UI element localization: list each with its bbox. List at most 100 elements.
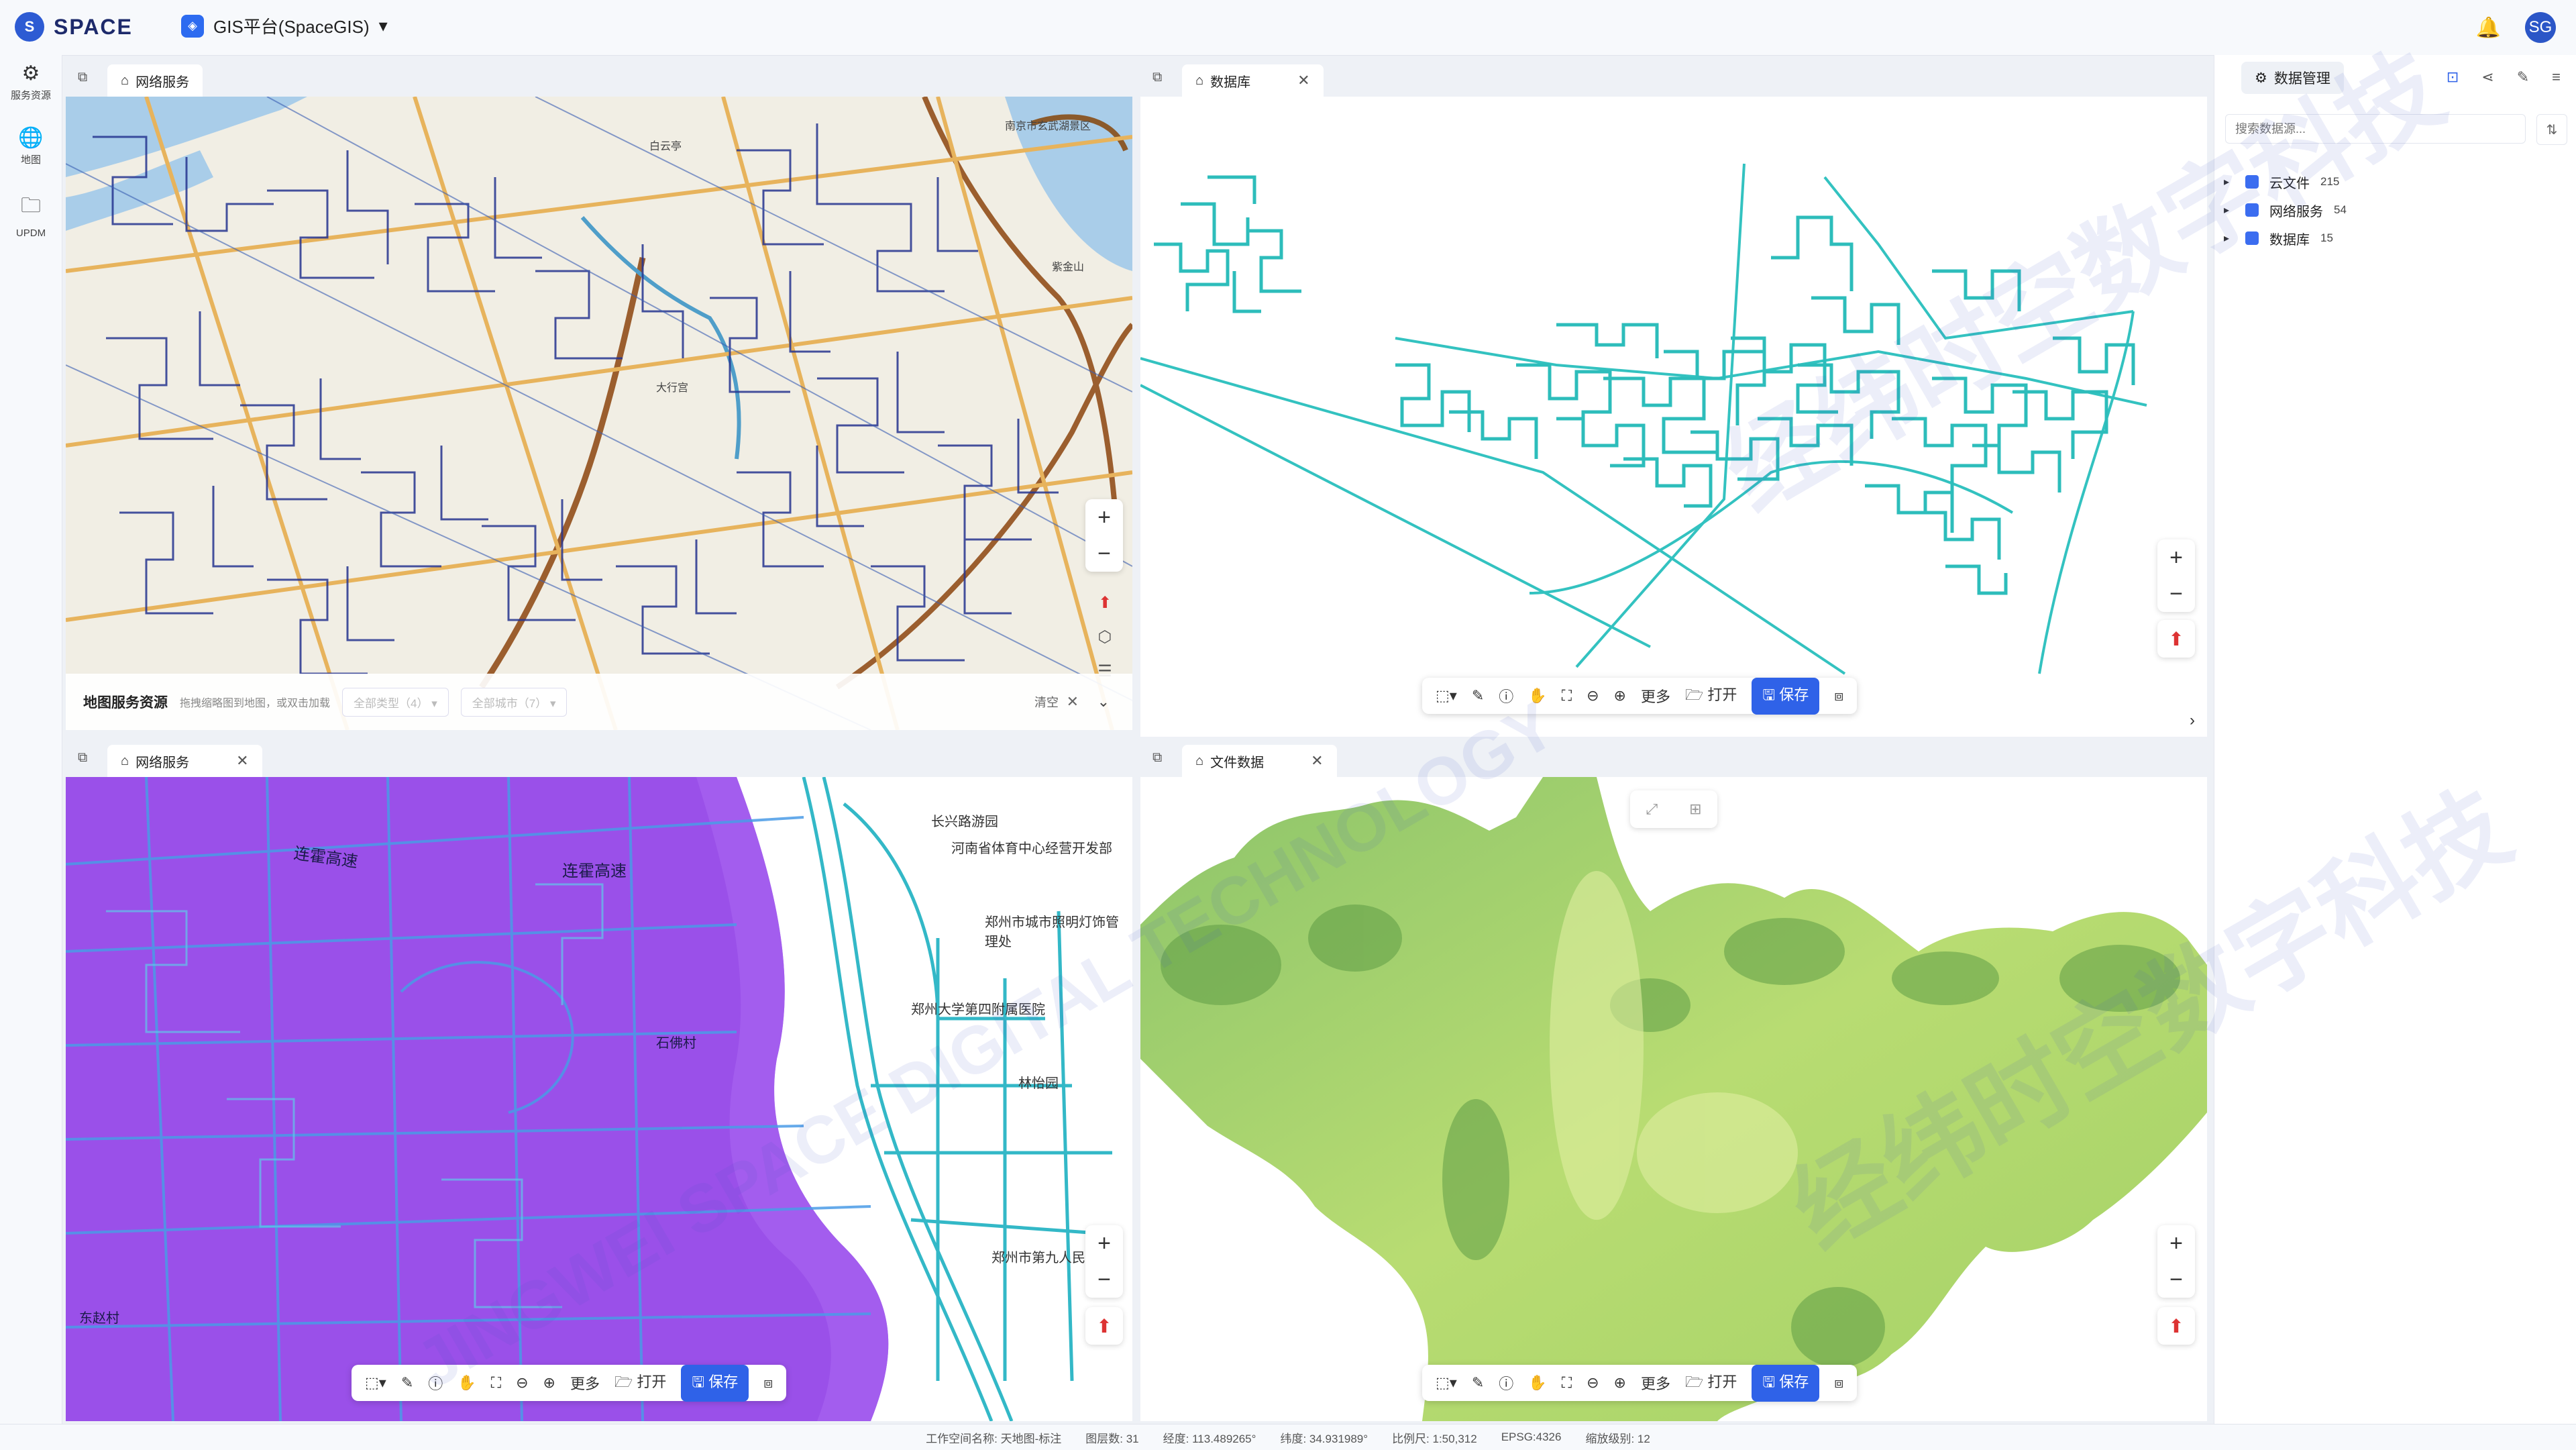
more-button[interactable]: 更多: [1641, 685, 1670, 707]
open-button[interactable]: 🗁 打开: [1685, 683, 1737, 709]
map-canvas-purple[interactable]: 连霍高速 连霍高速 长兴路游园 河南省体育中心经营开发部 郑州市城市照明灯饰管理…: [66, 777, 1132, 1421]
measure-icon[interactable]: ✎: [401, 1374, 413, 1392]
menu-icon[interactable]: ≡: [2552, 68, 2561, 86]
expand-icon[interactable]: ⤢: [1646, 800, 1658, 818]
bell-icon[interactable]: 🔔: [2476, 16, 2501, 40]
close-tab-icon[interactable]: ✕: [1311, 752, 1323, 770]
zoom-in-icon[interactable]: +: [2169, 1225, 2183, 1261]
layout-icon[interactable]: ⧉: [1152, 70, 1162, 85]
city-select[interactable]: 全部城市（7） ▾: [460, 687, 568, 717]
cube-icon[interactable]: ⬡: [1098, 627, 1112, 647]
brand-name: SPACE: [54, 14, 133, 39]
tab-file-data[interactable]: ⌂ 文件数据 ✕: [1182, 745, 1337, 777]
edit-icon[interactable]: ✎: [2517, 68, 2529, 86]
share-icon[interactable]: ⋖: [2481, 68, 2493, 86]
tab-network-service[interactable]: ⌂ 网络服务: [107, 64, 203, 97]
tab-database[interactable]: ⌂ 数据库 ✕: [1182, 64, 1324, 97]
layout-icon[interactable]: ⧉: [78, 70, 87, 85]
zoom-out-icon[interactable]: −: [1097, 535, 1111, 572]
tab-network-service[interactable]: ⌂ 网络服务 ✕: [107, 745, 262, 777]
compass-icon[interactable]: ⬆: [1085, 1307, 1123, 1345]
tree-item-network-service[interactable]: ▸ 网络服务 54: [2224, 196, 2347, 224]
caret-right-icon[interactable]: ▸: [2224, 175, 2235, 189]
collapse-right-panel-icon[interactable]: ›: [2190, 711, 2195, 730]
screen-icon[interactable]: ⧈: [1834, 687, 1843, 705]
save-button[interactable]: 🖫 保存: [681, 1364, 749, 1402]
map-label: 石佛村: [656, 1036, 696, 1051]
save-button[interactable]: 🖫 保存: [1752, 677, 1820, 715]
extent-icon[interactable]: ⛶: [1562, 1374, 1572, 1392]
info-icon[interactable]: ⓘ: [428, 1372, 443, 1394]
platform-name: GIS平台(SpaceGIS): [213, 17, 370, 37]
compass-icon[interactable]: ⬆: [2157, 1307, 2195, 1345]
open-button[interactable]: 🗁 打开: [1685, 1370, 1737, 1396]
layout-icon[interactable]: ⧉: [1152, 750, 1162, 766]
extent-icon[interactable]: ⛶: [491, 1374, 501, 1392]
compass-icon[interactable]: ⬆: [1098, 593, 1112, 613]
map-canvas-pipeline[interactable]: + − ⬆ ⬚▾ ✎ ⓘ ✋ ⛶ ⊖ ⊕ 更多 🗁 打开 🖫 保存 ⧈: [1140, 97, 2207, 737]
zoom-out-icon[interactable]: −: [1097, 1261, 1111, 1298]
add-icon[interactable]: ⊡: [2447, 68, 2459, 86]
close-tab-icon[interactable]: ✕: [1297, 72, 1309, 89]
measure-icon[interactable]: ✎: [1472, 687, 1484, 705]
screen-icon[interactable]: ⧈: [763, 1374, 773, 1392]
zoom-out-tool-icon[interactable]: ⊖: [1587, 687, 1599, 705]
type-select[interactable]: 全部类型（4） ▾: [342, 687, 449, 717]
nav-item-service-resources[interactable]: ⚙ 服务资源: [0, 55, 62, 102]
avatar[interactable]: SG: [2525, 12, 2556, 43]
zoom-in-icon[interactable]: +: [1097, 1225, 1111, 1261]
measure-icon[interactable]: ✎: [1472, 1374, 1484, 1392]
zoom-in-icon[interactable]: +: [2169, 539, 2183, 576]
close-icon[interactable]: ✕: [1067, 693, 1079, 711]
pan-icon[interactable]: ✋: [1528, 1374, 1546, 1392]
compass-icon[interactable]: ⬆: [2157, 620, 2195, 658]
clear-button[interactable]: 清空: [1034, 693, 1059, 711]
more-button[interactable]: 更多: [570, 1372, 600, 1394]
nav-item-map[interactable]: 🌐 地图: [0, 119, 62, 166]
open-button[interactable]: 🗁 打开: [614, 1370, 666, 1396]
zoom-control: + −: [2157, 1225, 2195, 1298]
screen-icon[interactable]: ⧈: [1834, 1374, 1843, 1392]
tab-label: 网络服务: [136, 755, 190, 770]
zoom-in-icon[interactable]: +: [1097, 499, 1111, 535]
info-icon[interactable]: ⓘ: [1499, 1372, 1513, 1394]
chevron-down-icon[interactable]: ⌄: [1097, 693, 1110, 711]
zoom-in-tool-icon[interactable]: ⊕: [543, 1374, 555, 1392]
nav-item-updm[interactable]: 🗀 UPDM: [0, 184, 62, 239]
grid-icon[interactable]: ⊞: [1689, 800, 1701, 818]
tree-item-database[interactable]: ▸ 数据库 15: [2224, 224, 2347, 252]
zoom-out-tool-icon[interactable]: ⊖: [516, 1374, 528, 1392]
more-button[interactable]: 更多: [1641, 1372, 1670, 1394]
map-canvas-street[interactable]: 南京市玄武湖景区 白云亭 大行宫 紫金山 + − ⬆ ⬡ ☰ 地图服务资源 拖拽…: [66, 97, 1132, 730]
zoom-in-tool-icon[interactable]: ⊕: [1614, 687, 1626, 705]
tree-item-cloud-files[interactable]: ▸ 云文件 215: [2224, 168, 2347, 196]
pan-icon[interactable]: ✋: [458, 1374, 476, 1392]
zoom-out-icon[interactable]: −: [2169, 1261, 2183, 1298]
zoom-in-tool-icon[interactable]: ⊕: [1614, 1374, 1626, 1392]
select-icon[interactable]: ⬚▾: [1436, 687, 1457, 705]
nav-label: 地图: [20, 154, 41, 166]
info-icon[interactable]: ⓘ: [1499, 685, 1513, 707]
close-tab-icon[interactable]: ✕: [236, 752, 248, 770]
layout-icon[interactable]: ⧉: [78, 750, 87, 766]
map-label: 大行宫: [656, 382, 689, 394]
map-canvas-terrain[interactable]: ⤢ ⊞ + − ⬆ ⬚▾ ✎ ⓘ ✋ ⛶ ⊖ ⊕ 更多 🗁 打开 🖫 保存 ⧈: [1140, 777, 2207, 1421]
save-button[interactable]: 🖫 保存: [1752, 1364, 1820, 1402]
status-latitude: 纬度: 34.931989°: [1280, 1432, 1368, 1445]
app-logo[interactable]: S SPACE: [15, 12, 133, 42]
zoom-out-tool-icon[interactable]: ⊖: [1587, 1374, 1599, 1392]
sort-icon[interactable]: ⇅: [2536, 114, 2567, 145]
status-longitude: 经度: 113.489265°: [1163, 1432, 1256, 1445]
select-icon[interactable]: ⬚▾: [365, 1374, 386, 1392]
caret-right-icon[interactable]: ▸: [2224, 231, 2235, 245]
status-scale: 比例尺: 1:50,312: [1392, 1432, 1477, 1445]
select-icon[interactable]: ⬚▾: [1436, 1374, 1457, 1392]
pan-icon[interactable]: ✋: [1528, 687, 1546, 705]
caret-right-icon[interactable]: ▸: [2224, 203, 2235, 217]
extent-icon[interactable]: ⛶: [1562, 687, 1572, 705]
platform-selector[interactable]: ◈ GIS平台(SpaceGIS) ▾: [181, 13, 388, 38]
search-input[interactable]: [2225, 114, 2526, 144]
zoom-out-icon[interactable]: −: [2169, 576, 2183, 612]
tab-data-management[interactable]: ⚙ 数据管理: [2241, 62, 2344, 94]
save-label: 保存: [708, 1373, 739, 1390]
